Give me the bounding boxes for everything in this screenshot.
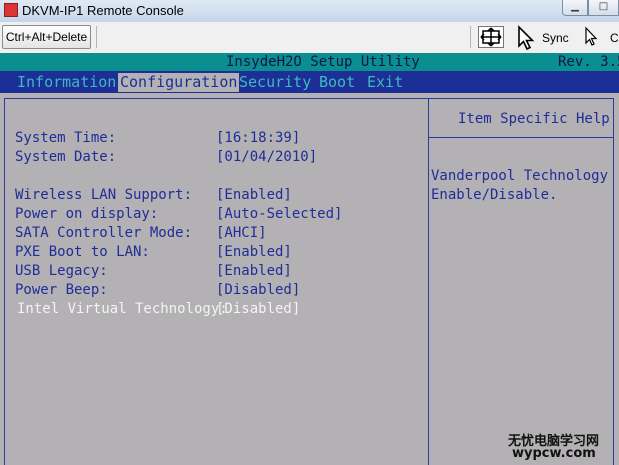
setting-value[interactable]: [AHCI] [216, 225, 267, 241]
minimize-icon: ▁ [571, 1, 579, 12]
setting-value[interactable]: [Auto-Selected] [216, 206, 342, 222]
setting-value[interactable]: [01/04/2010] [216, 149, 317, 165]
bios-menu-bar: Information Configuration Security Boot … [0, 71, 619, 93]
ctrl-alt-delete-button[interactable]: Ctrl+Alt+Delete [2, 25, 91, 49]
console-toolbar: Ctrl+Alt+Delete Sync C [0, 22, 619, 54]
setting-value[interactable]: [Enabled] [216, 187, 292, 203]
utility-title: InsydeH2O Setup Utility [226, 54, 420, 70]
bios-screen[interactable]: InsydeH2O Setup Utility Rev. 3.5 Informa… [0, 53, 619, 465]
menu-exit[interactable]: Exit [367, 73, 403, 92]
revision-label: Rev. 3.5 [558, 54, 619, 70]
pointer-button[interactable] [580, 26, 602, 50]
toolbar-separator [470, 26, 471, 48]
setting-label: PXE Boot to LAN: [15, 244, 150, 260]
maximize-button[interactable]: □ [588, 0, 619, 16]
fit-screen-icon [480, 27, 502, 47]
help-title-divider [429, 137, 614, 138]
fit-screen-button[interactable] [478, 26, 504, 48]
window-title-bar[interactable]: DKVM-IP1 Remote Console ▁ □ [0, 0, 619, 23]
menu-configuration[interactable]: Configuration [118, 73, 240, 92]
bios-header: InsydeH2O Setup Utility Rev. 3.5 [0, 53, 619, 71]
window-title: DKVM-IP1 Remote Console [22, 3, 184, 18]
setting-label: Power on display: [15, 206, 159, 222]
help-text-line: Enable/Disable. [431, 187, 558, 203]
help-title: Item Specific Help [458, 111, 610, 127]
sync-label[interactable]: Sync [542, 31, 569, 45]
setting-value[interactable]: [16:18:39] [216, 130, 300, 146]
watermark-url: wypcw.com [512, 446, 596, 461]
setting-label: Intel Virtual Technology: [17, 301, 228, 317]
menu-information[interactable]: Information [14, 73, 119, 92]
help-text-line: Vanderpool Technology [431, 168, 609, 184]
menu-boot[interactable]: Boot [319, 73, 355, 92]
setting-value[interactable]: [Disabled] [216, 282, 300, 298]
setting-value[interactable]: [Enabled] [216, 263, 292, 279]
maximize-icon: □ [598, 1, 609, 12]
site-watermark: 无忧电脑学习网 wypcw.com [508, 430, 618, 464]
setting-value[interactable]: [Enabled] [216, 244, 292, 260]
minimize-button[interactable]: ▁ [562, 0, 588, 16]
mouse-cursor-icon [518, 25, 535, 51]
setting-label: Wireless LAN Support: [15, 187, 193, 203]
menu-security[interactable]: Security [239, 73, 311, 92]
console-app-icon [4, 3, 18, 17]
mouse-cursor-button[interactable] [512, 25, 538, 51]
setting-label: SATA Controller Mode: [15, 225, 193, 241]
setting-label: System Time: [15, 130, 117, 146]
toolbar-separator [96, 26, 97, 48]
pointer-arrow-icon [585, 26, 598, 46]
setting-label: USB Legacy: [15, 263, 108, 279]
setting-label: Power Beep: [15, 282, 108, 298]
setting-value[interactable]: [Disabled] [216, 301, 300, 317]
toolbar-cut-off-label[interactable]: C [610, 31, 619, 45]
panel-divider [428, 98, 429, 465]
setting-label: System Date: [15, 149, 117, 165]
